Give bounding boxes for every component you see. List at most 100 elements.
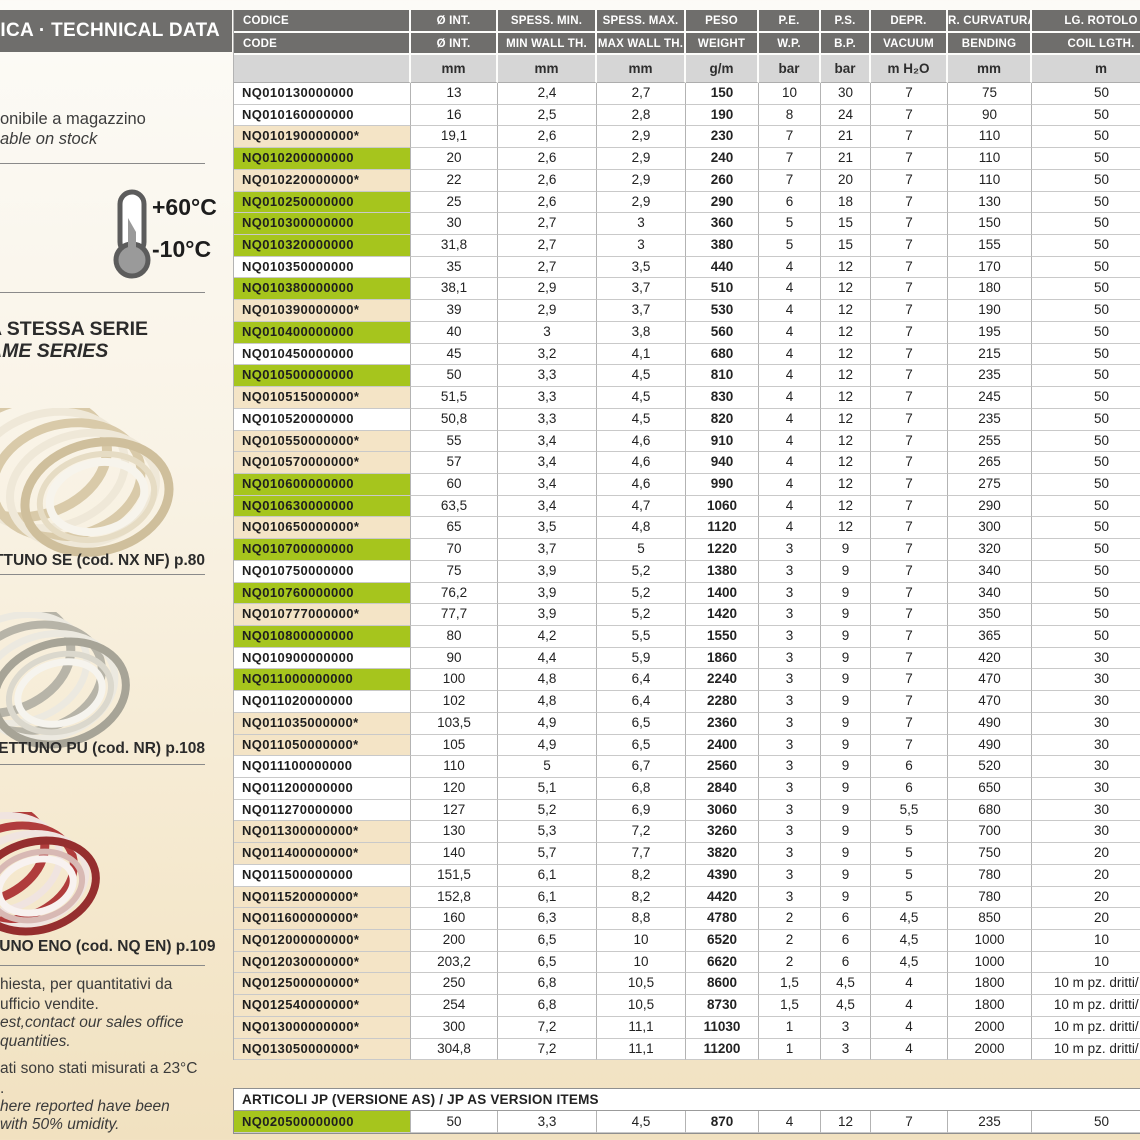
table-row-cell: 6,8: [597, 778, 686, 800]
units-row: mmmmmmg/mbarbarm H₂Ommm: [234, 55, 1140, 83]
header-row-cell: Ø INT.: [411, 33, 498, 56]
table-row-cell: 320: [948, 539, 1032, 561]
table-row-cell: 3: [498, 322, 597, 344]
table-row: NQ011520000000*152,86,18,2442039578020: [234, 887, 1140, 909]
table-row-cell: 7: [871, 344, 948, 366]
divider: [0, 574, 205, 575]
product-code: NQ010570000000*: [234, 452, 411, 474]
table-row-cell: 8,2: [597, 865, 686, 887]
table-row-cell: 1: [759, 1039, 821, 1061]
table-row: NQ0104000000004033,8560412719550: [234, 322, 1140, 344]
table-row-cell: 3260: [686, 821, 759, 843]
footnote-line: .: [0, 1080, 225, 1098]
table-row: NQ010750000000753,95,2138039734050: [234, 561, 1140, 583]
table-row-cell: 2,6: [498, 170, 597, 192]
table-row-cell: 3: [759, 604, 821, 626]
product-code: NQ010760000000: [234, 583, 411, 605]
table-row-cell: 240: [686, 148, 759, 170]
table-row-cell: 990: [686, 474, 759, 496]
table-row-cell: 2280: [686, 691, 759, 713]
table-row: NQ01052000000050,83,34,5820412723550: [234, 409, 1140, 431]
table-row-cell: 30: [1032, 821, 1140, 843]
table-row-cell: 780: [948, 887, 1032, 909]
stock-note-en: able on stock: [0, 130, 220, 149]
table-row-cell: 3,7: [597, 300, 686, 322]
table-row-cell: 50: [1032, 300, 1140, 322]
table-row-cell: 290: [686, 192, 759, 214]
table-row: NQ020500000000503,34,5870412723550: [234, 1111, 1140, 1133]
table-row: NQ012500000000*2506,810,586001,54,541800…: [234, 973, 1140, 995]
table-row-cell: 7: [759, 126, 821, 148]
table-row-cell: 3: [759, 800, 821, 822]
table-row: NQ012000000000*2006,5106520264,5100010: [234, 930, 1140, 952]
table-row-cell: 1000: [948, 930, 1032, 952]
table-row-cell: 255: [948, 431, 1032, 453]
product-code: NQ010515000000*: [234, 387, 411, 409]
table-row-cell: 12: [821, 300, 871, 322]
table-row: NQ010650000000*653,54,81120412730050: [234, 517, 1140, 539]
table-row-cell: 2,6: [498, 192, 597, 214]
table-row-cell: 4,5: [821, 995, 871, 1017]
table-row-cell: 9: [821, 626, 871, 648]
table-row-cell: 30: [1032, 735, 1140, 757]
table-row: NQ0112700000001275,26,93060395,568030: [234, 800, 1140, 822]
table-row-cell: 830: [686, 387, 759, 409]
table-row-cell: 30: [411, 213, 498, 235]
product-code: NQ010900000000: [234, 648, 411, 670]
table-row-cell: 7: [871, 278, 948, 300]
table-row-cell: 380: [686, 235, 759, 257]
table-row-cell: 39: [411, 300, 498, 322]
table-row-cell: 190: [948, 300, 1032, 322]
table-row-cell: 4: [871, 1039, 948, 1061]
table-row-cell: 19,1: [411, 126, 498, 148]
table-row-cell: 700: [948, 821, 1032, 843]
table-row-cell: 12: [821, 322, 871, 344]
table-row-cell: 4: [759, 257, 821, 279]
table-row-cell: 4: [871, 995, 948, 1017]
table-row-cell: 650: [948, 778, 1032, 800]
table-row-cell: 4,5: [821, 973, 871, 995]
product-code: NQ010700000000: [234, 539, 411, 561]
table-row-cell: 11200: [686, 1039, 759, 1061]
table-row-cell: 7: [871, 583, 948, 605]
series-title-en: AME SERIES: [0, 340, 218, 363]
table-body: NQ010130000000132,42,7150103077550NQ0101…: [234, 83, 1140, 1060]
table-row-cell: 5: [871, 887, 948, 909]
table-row: NQ0110200000001024,86,4228039747030: [234, 691, 1140, 713]
table-row-cell: 50: [1032, 213, 1140, 235]
table-row-cell: 1800: [948, 973, 1032, 995]
table-row-cell: 265: [948, 452, 1032, 474]
table-row-cell: 60: [411, 474, 498, 496]
header-row: CODEØ INT.MIN WALL TH.MAX WALL TH.WEIGHT…: [234, 33, 1140, 56]
table-row-cell: 1,5: [759, 995, 821, 1017]
table-row-cell: 2560: [686, 756, 759, 778]
temp-min-label: -10°C: [152, 236, 232, 263]
table-row-cell: 5,1: [498, 778, 597, 800]
table-row-cell: 30: [1032, 778, 1140, 800]
table-row-cell: 7: [871, 669, 948, 691]
table-row-cell: 4,8: [597, 517, 686, 539]
product-code: NQ013000000000*: [234, 1017, 411, 1039]
header-row-cell: SPESS. MIN.: [498, 10, 597, 33]
table-row-cell: 1420: [686, 604, 759, 626]
table-row-cell: 6,1: [498, 865, 597, 887]
table-row-cell: 9: [821, 756, 871, 778]
product-code: NQ011600000000*: [234, 908, 411, 930]
table-row-cell: 3: [759, 626, 821, 648]
table-row-cell: 180: [948, 278, 1032, 300]
table-row-cell: 5: [759, 213, 821, 235]
table-row-cell: 9: [821, 843, 871, 865]
table-row-cell: 1800: [948, 995, 1032, 1017]
table-row-cell: 4,5: [871, 952, 948, 974]
table-row-cell: 4,6: [597, 474, 686, 496]
table-row-cell: 9: [821, 539, 871, 561]
table-row-cell: 9: [821, 713, 871, 735]
table-row-cell: 20: [821, 170, 871, 192]
table-row-cell: 7: [871, 170, 948, 192]
table-row-cell: 7: [871, 452, 948, 474]
table-row-cell: 6,4: [597, 691, 686, 713]
product-code: NQ010320000000: [234, 235, 411, 257]
table-row-cell: 200: [411, 930, 498, 952]
table-row-cell: 50: [1032, 604, 1140, 626]
header-row-cell: P.S.: [821, 10, 871, 33]
